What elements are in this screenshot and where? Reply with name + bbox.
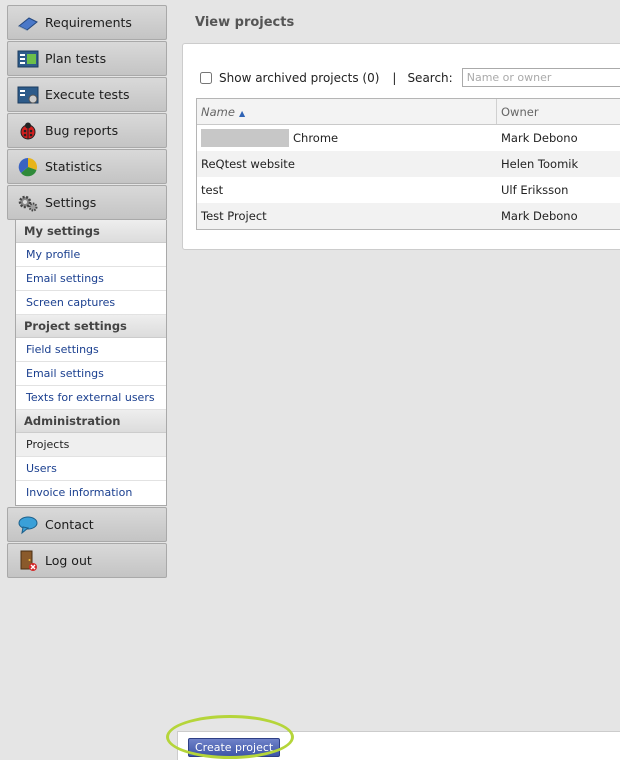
nav-label: Execute tests [45,87,130,102]
table-header: Name ▲ Owner [197,99,620,125]
sub-item-field-settings[interactable]: Field settings [16,338,166,362]
filter-bar: Show archived projects (0) | Search: [200,68,620,87]
column-header-name[interactable]: Name ▲ [197,99,497,124]
nav-bug-reports[interactable]: Bug reports [7,113,167,148]
execute-tests-icon [16,84,40,106]
sort-ascending-icon: ▲ [238,109,246,118]
show-archived-checkbox[interactable] [200,71,212,84]
settings-submenu: My settings My profile Email settings Sc… [15,220,167,506]
sub-item-my-profile[interactable]: My profile [16,243,166,267]
project-owner-cell: Ulf Eriksson [501,183,569,197]
nav-requirements[interactable]: Requirements [7,5,167,40]
plan-tests-icon [16,48,40,70]
page-title: View projects [195,15,295,30]
pie-chart-icon [16,156,40,178]
speech-bubble-icon [16,514,40,536]
nav-label: Plan tests [45,51,107,66]
nav-contact[interactable]: Contact [7,507,167,542]
sub-item-email-settings[interactable]: Email settings [16,267,166,291]
sub-item-texts-external-users[interactable]: Texts for external users [16,386,166,410]
table-row[interactable]: test Ulf Eriksson [197,177,620,203]
projects-table: Name ▲ Owner Chrome Mark Debono ReQtest w… [196,98,620,230]
sub-item-project-email-settings[interactable]: Email settings [16,362,166,386]
project-name-cell: ReQtest website [201,157,295,171]
project-owner-cell: Mark Debono [501,209,578,223]
project-owner-cell: Helen Toomik [501,157,579,171]
requirements-book-icon [16,12,40,34]
nav-label: Log out [45,553,92,568]
nav-statistics[interactable]: Statistics [7,149,167,184]
table-row[interactable]: Test Project Mark Debono [197,203,620,229]
ladybug-icon [16,120,40,142]
sub-item-screen-captures[interactable]: Screen captures [16,291,166,315]
project-name-cell: Test Project [201,209,267,223]
nav-plan-tests[interactable]: Plan tests [7,41,167,76]
nav-settings[interactable]: Settings [7,185,167,220]
search-input[interactable] [461,68,620,87]
nav-label: Statistics [45,159,103,174]
sub-item-users[interactable]: Users [16,457,166,481]
project-owner-cell: Mark Debono [501,131,578,145]
redacted-block [201,129,289,147]
table-row[interactable]: ReQtest website Helen Toomik [197,151,620,177]
search-label: Search: [407,70,453,85]
nav-label: Bug reports [45,123,119,138]
gears-icon [16,192,40,214]
door-exit-icon [16,550,40,572]
project-name-cell: test [201,183,224,197]
sidebar: Requirements Plan tests Execute tests Bu… [7,5,167,579]
project-settings-heading: Project settings [16,315,166,338]
projects-panel: Show archived projects (0) | Search: Nam… [182,43,620,250]
nav-execute-tests[interactable]: Execute tests [7,77,167,112]
nav-label: Settings [45,195,97,210]
sub-item-projects[interactable]: Projects [16,433,166,457]
show-archived-label: Show archived projects (0) [219,70,380,85]
nav-label: Contact [45,517,94,532]
create-project-button[interactable]: Create project [188,738,281,757]
my-settings-heading: My settings [16,220,166,243]
administration-heading: Administration [16,410,166,433]
filter-separator: | [392,70,397,85]
sub-item-invoice-information[interactable]: Invoice information [16,481,166,505]
project-name-cell: Chrome [197,125,497,151]
table-row[interactable]: Chrome Mark Debono [197,125,620,151]
nav-label: Requirements [45,15,132,30]
nav-log-out[interactable]: Log out [7,543,167,578]
column-header-owner[interactable]: Owner [497,99,539,124]
